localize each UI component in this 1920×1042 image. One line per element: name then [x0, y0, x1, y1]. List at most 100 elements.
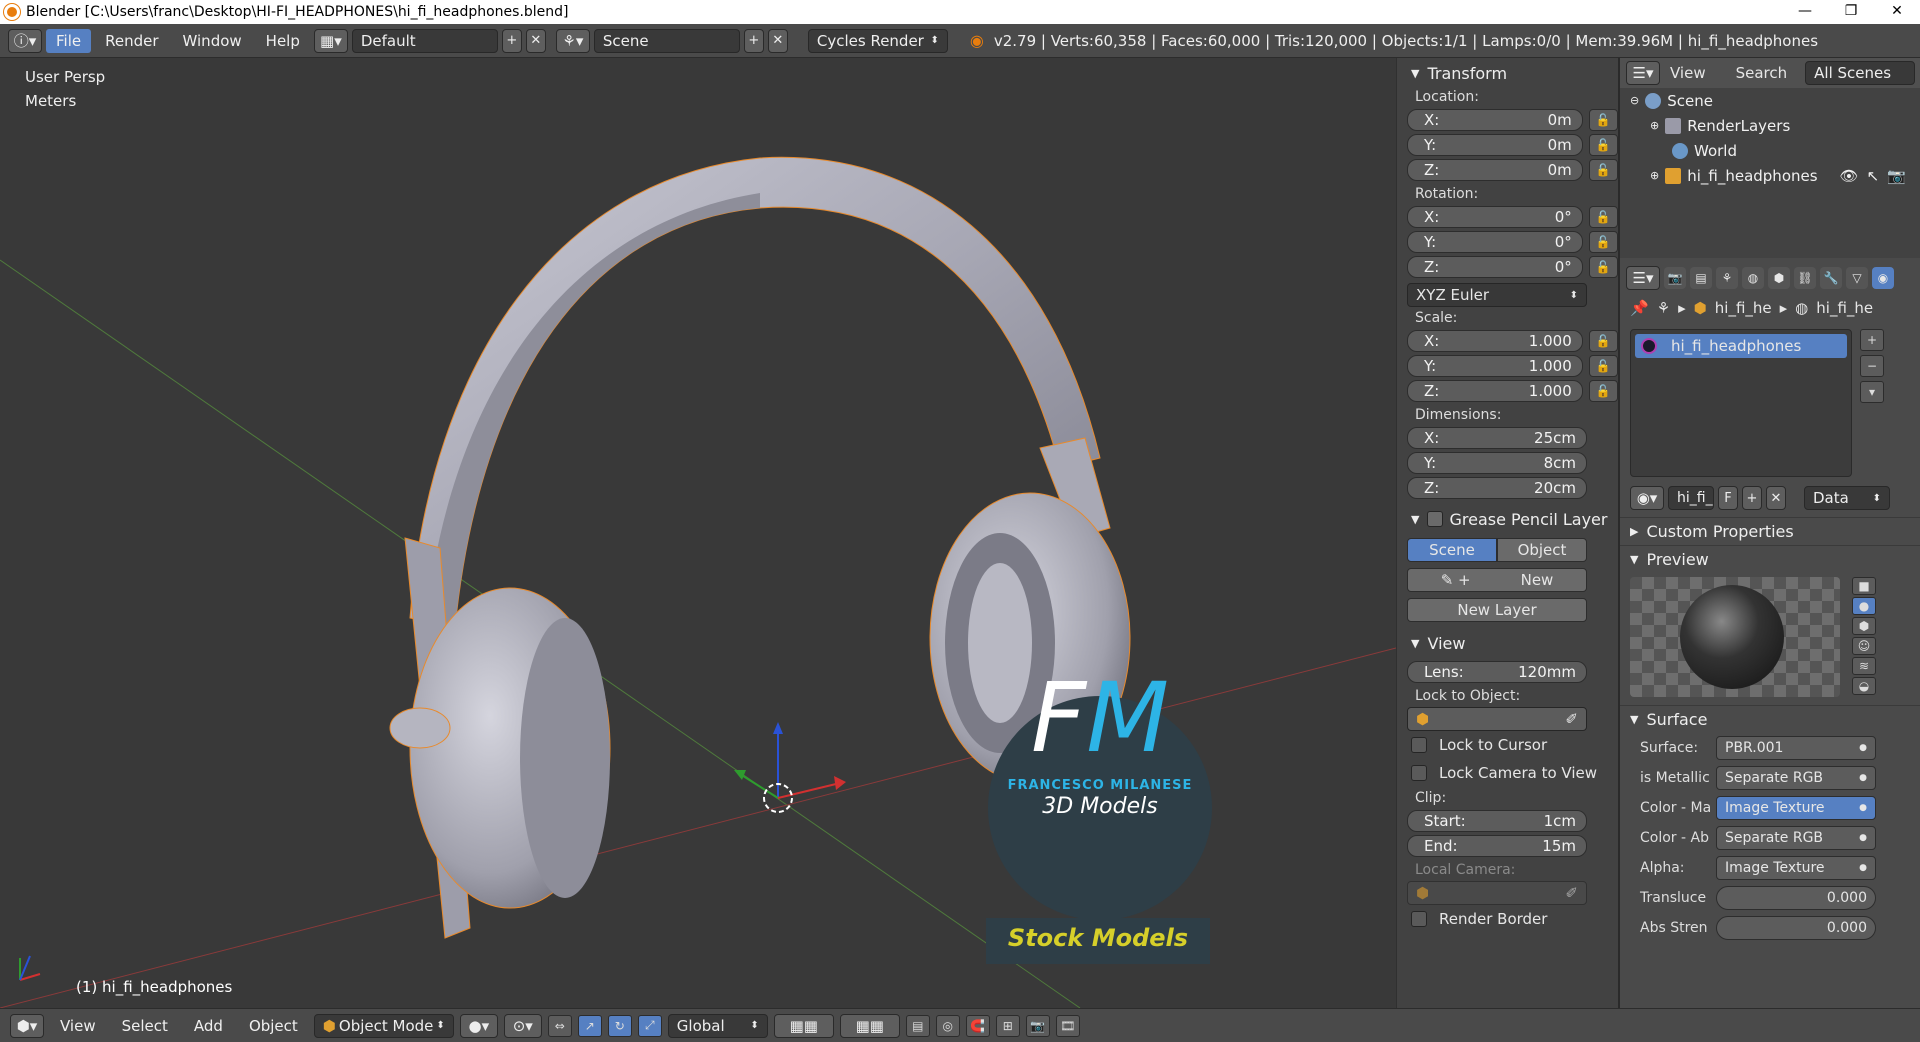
surface-shader-select[interactable]: PBR.001 ● [1716, 736, 1876, 760]
render-animation-icon[interactable]: 🎞 [1055, 1014, 1080, 1037]
world-tab-icon[interactable]: ◍ [1742, 267, 1764, 289]
preview-flat-icon[interactable]: ■ [1852, 577, 1876, 595]
lock-object-field[interactable]: ⬢ ✐ [1407, 707, 1587, 731]
scale-y-field[interactable]: Y: 1.000 [1407, 355, 1583, 377]
preview-sphere-icon[interactable]: ● [1852, 597, 1876, 615]
render-tab-icon[interactable]: 📷 [1664, 267, 1686, 289]
add-scene-icon[interactable]: + [743, 28, 764, 53]
location-x-field[interactable]: X: 0m [1407, 109, 1583, 131]
preview-cube-icon[interactable]: ⬢ [1852, 617, 1876, 635]
clip-end-field[interactable]: End: 15m [1407, 835, 1587, 857]
layers-tab-icon[interactable]: ▤ [1690, 267, 1712, 289]
slot-specials-icon[interactable]: ▾ [1860, 381, 1884, 403]
grease-pencil-checkbox[interactable] [1427, 511, 1444, 527]
render-engine-select[interactable]: Cycles Render ⬍ [807, 28, 948, 53]
outliner-search-menu[interactable]: Search [1736, 64, 1788, 82]
outliner-item-renderlayers[interactable]: ⊕ RenderLayers [1620, 113, 1920, 138]
grease-object-button[interactable]: Object [1497, 538, 1587, 562]
modifiers-tab-icon[interactable]: 🔧 [1820, 267, 1842, 289]
grease-pencil-section-header[interactable]: ▼ Grease Pencil Layer [1397, 506, 1618, 532]
lock-icon[interactable]: 🔓 [1588, 256, 1618, 278]
layout-field[interactable]: Default [351, 28, 498, 53]
material-name-field[interactable]: hi_fi_ [1668, 486, 1714, 510]
lock-icon[interactable]: 🔓 [1588, 355, 1618, 377]
screen-layout-icon[interactable]: ▦▾ [313, 28, 348, 53]
render-border-row[interactable]: Render Border [1397, 905, 1618, 933]
dimensions-x-field[interactable]: X: 25cm [1407, 427, 1587, 449]
transform-section-header[interactable]: ▼ Transform [1397, 60, 1618, 86]
viewport-shading-icon[interactable]: ●▾ [459, 1013, 498, 1038]
remove-layout-icon[interactable]: ✕ [525, 28, 546, 53]
remove-scene-icon[interactable]: ✕ [767, 28, 788, 53]
outliner-filter-select[interactable]: All Scenes [1805, 61, 1916, 85]
outliner-item-world[interactable]: World [1620, 138, 1920, 163]
constraints-tab-icon[interactable]: ⛓ [1794, 267, 1816, 289]
outliner-item-scene[interactable]: ⊖ Scene [1620, 88, 1920, 113]
rotation-z-field[interactable]: Z: 0° [1407, 256, 1583, 278]
lock-to-cursor-checkbox[interactable] [1411, 737, 1427, 753]
material-slot-item[interactable]: hi_fi_headphones [1635, 334, 1847, 358]
scene-tab-icon[interactable]: ⚘ [1716, 267, 1738, 289]
lock-icon[interactable]: 🔓 [1588, 330, 1618, 352]
cursor-icon[interactable]: ↖ [1867, 167, 1880, 185]
new-layer-button[interactable]: New Layer [1407, 598, 1587, 622]
rotation-mode-select[interactable]: XYZ Euler ⬍ [1407, 283, 1587, 307]
menu-select[interactable]: Select [112, 1014, 178, 1038]
is-metallic-select[interactable]: Separate RGB ● [1716, 766, 1876, 790]
grease-new-button[interactable]: ✎ + New [1407, 568, 1587, 592]
lock-icon[interactable]: 🔓 [1588, 206, 1618, 228]
lock-icon[interactable]: 🔓 [1588, 159, 1618, 181]
data-tab-icon[interactable]: ▽ [1846, 267, 1868, 289]
editor-type-3dview-icon[interactable]: ⬢▾ [10, 1013, 44, 1038]
outliner-view-menu[interactable]: View [1670, 64, 1706, 82]
clip-start-field[interactable]: Start: 1cm [1407, 810, 1587, 832]
rotate-manipulator-icon[interactable]: ↻ [607, 1014, 632, 1037]
link-data-select[interactable]: Data ⬍ [1804, 486, 1890, 510]
fake-user-button[interactable]: F [1718, 486, 1738, 510]
render-border-checkbox[interactable] [1411, 911, 1427, 927]
lock-to-cursor-row[interactable]: Lock to Cursor [1397, 731, 1618, 759]
color-ma-select[interactable]: Image Texture ● [1716, 796, 1876, 820]
preview-hair-icon[interactable]: ≋ [1852, 657, 1876, 675]
dimensions-z-field[interactable]: Z: 20cm [1407, 477, 1587, 499]
grease-scene-button[interactable]: Scene [1407, 538, 1497, 562]
scale-manipulator-icon[interactable]: ⤢ [637, 1014, 662, 1037]
color-ab-select[interactable]: Separate RGB ● [1716, 826, 1876, 850]
custom-properties-header[interactable]: ▶ Custom Properties [1620, 517, 1920, 545]
add-layout-icon[interactable]: + [501, 28, 522, 53]
location-z-field[interactable]: Z: 0m [1407, 159, 1583, 181]
rotation-x-field[interactable]: X: 0° [1407, 206, 1583, 228]
unlink-material-icon[interactable]: ✕ [1766, 486, 1786, 510]
editor-type-info-icon[interactable]: ⓘ▾ [8, 28, 42, 53]
transform-orientation-select[interactable]: Global ⬍ [667, 1013, 768, 1038]
object-tab-icon[interactable]: ⬢ [1768, 267, 1790, 289]
lock-icon[interactable]: 🔓 [1588, 109, 1618, 131]
pin-icon[interactable]: 📌 [1630, 299, 1649, 317]
lock-camera-checkbox[interactable] [1411, 765, 1427, 781]
properties-editor-icon[interactable]: ☰▾ [1626, 266, 1660, 290]
manipulator-icon[interactable]: ⇔ [547, 1014, 572, 1037]
scene-icon[interactable]: ⚘▾ [555, 28, 590, 53]
menu-add[interactable]: Add [184, 1014, 233, 1038]
interaction-mode-select[interactable]: ⬢ Object Mode ⬍ [313, 1013, 454, 1038]
dimensions-y-field[interactable]: Y: 8cm [1407, 452, 1587, 474]
snap-element-icon[interactable]: ⊞ [995, 1014, 1020, 1037]
surface-header[interactable]: ▼ Surface [1620, 705, 1920, 733]
view-section-header[interactable]: ▼ View [1397, 630, 1618, 656]
layer-buttons-1[interactable]: ▦▦ [773, 1013, 834, 1038]
rotation-y-field[interactable]: Y: 0° [1407, 231, 1583, 253]
lock-camera-row[interactable]: Lock Camera to View [1397, 759, 1618, 787]
material-tab-icon[interactable]: ◉ [1872, 267, 1894, 289]
lock-icon[interactable]: 🔓 [1588, 380, 1618, 402]
menu-view[interactable]: View [50, 1014, 106, 1038]
add-slot-icon[interactable]: + [1860, 329, 1884, 351]
menu-window[interactable]: Window [173, 29, 252, 53]
scale-x-field[interactable]: X: 1.000 [1407, 330, 1583, 352]
layer-lock-icon[interactable]: ▤ [905, 1014, 930, 1037]
menu-file[interactable]: File [46, 28, 92, 53]
remove-slot-icon[interactable]: − [1860, 355, 1884, 377]
lock-icon[interactable]: 🔓 [1588, 231, 1618, 253]
new-material-icon[interactable]: + [1742, 486, 1762, 510]
outliner-item-headphones[interactable]: ⊕ hi_fi_headphones 👁 ↖ 📷 [1620, 163, 1920, 188]
close-button[interactable]: ✕ [1874, 0, 1920, 24]
